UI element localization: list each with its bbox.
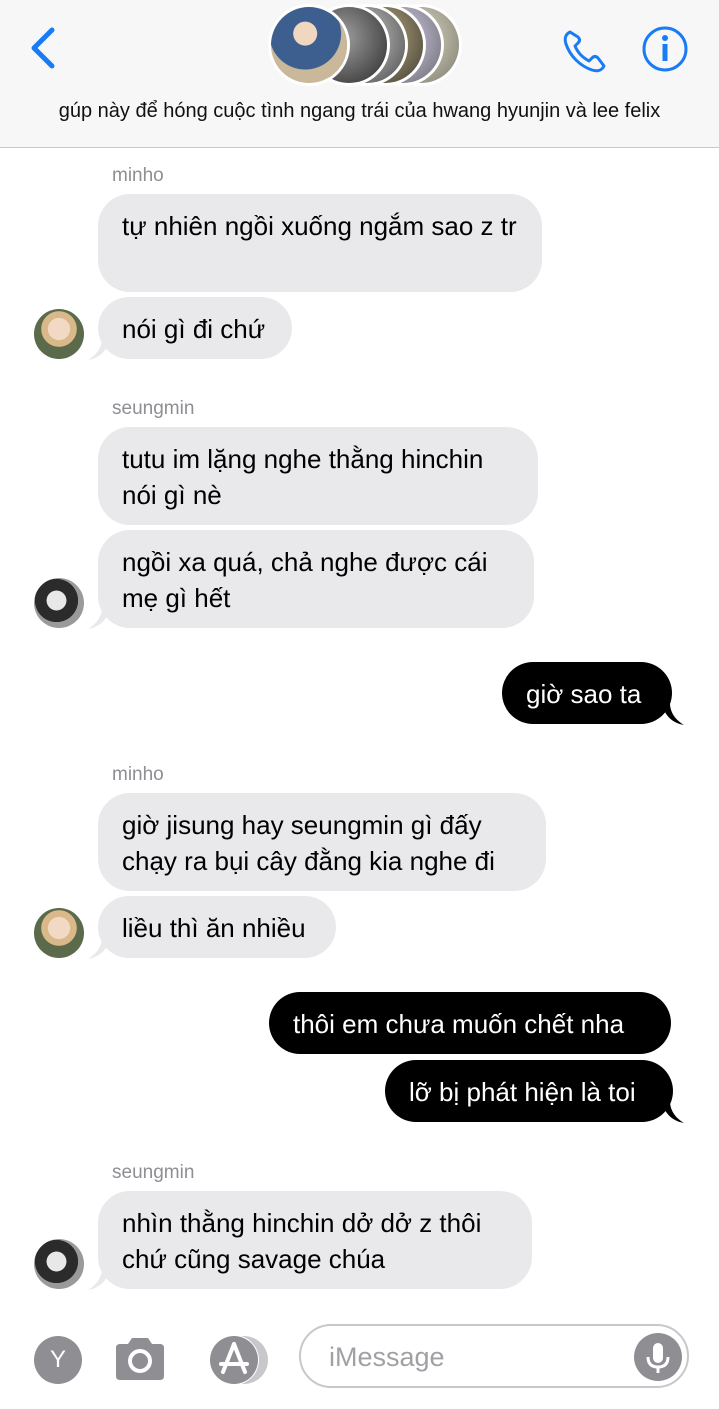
bubble-tail [88,1268,110,1290]
message-bubble-incoming[interactable]: nhìn thằng hinchin dở dở z thôi chứ cũng… [98,1191,532,1289]
call-button[interactable] [560,26,612,76]
camera-icon [116,1338,164,1380]
avatar[interactable] [34,578,84,628]
message-text: lỡ bị phát hiện là toi [409,1077,636,1107]
message-text: thôi em chưa muốn chết nha [293,1009,625,1039]
message-bubble-incoming[interactable]: giờ jisung hay seungmin gì đấy chạy ra b… [98,793,546,891]
message-bubble-incoming[interactable]: tutu im lặng nghe thằng hinchin nói gì n… [98,427,538,525]
message-text: giờ jisung hay seungmin gì đấy chạy ra b… [122,810,495,876]
message-text: giờ sao ta [526,679,642,709]
app-store-button[interactable] [204,1334,274,1386]
info-icon [642,26,688,72]
avatar[interactable] [34,309,84,359]
message-text: nhìn thằng hinchin dở dở z thôi chứ cũng… [122,1208,482,1274]
message-bubble-incoming[interactable]: ngồi xa quá, chả nghe được cái mẹ gì hết [98,530,534,628]
message-bubble-outgoing[interactable]: thôi em chưa muốn chết nha [269,992,671,1054]
message-text: tự nhiên ngồi xuống ngắm sao z tr [122,211,517,241]
microphone-button[interactable] [634,1333,682,1381]
conversation-header: gúp này để hóng cuộc tình ngang trái của… [0,0,719,148]
sender-name: minho [112,165,164,186]
group-name[interactable]: gúp này để hóng cuộc tình ngang trái của… [0,100,719,123]
sender-name: minho [112,764,164,785]
sender-name: seungmin [112,1162,195,1183]
group-member-avatar [268,4,350,86]
message-text: ngồi xa quá, chả nghe được cái mẹ gì hết [122,547,488,613]
message-bubble-incoming[interactable]: nói gì đi chứ [98,297,292,359]
message-text: nói gì đi chứ [122,314,266,344]
info-button[interactable] [640,24,690,74]
app-store-icon [209,1335,268,1385]
message-bubble-incoming[interactable]: tự nhiên ngồi xuống ngắm sao z tr [98,194,542,292]
group-avatar-stack[interactable] [268,4,462,86]
avatar[interactable] [34,908,84,958]
bubble-tail [662,1101,684,1123]
app-button[interactable]: Y [34,1336,82,1384]
bubble-tail [88,338,110,360]
message-input[interactable] [329,1338,619,1376]
message-input-wrapper [299,1324,689,1388]
bubble-tail [88,607,110,629]
bubble-tail [88,937,110,959]
microphone-icon [646,1343,670,1373]
composer-bar: Y [0,1312,719,1409]
message-bubble-incoming[interactable]: liều thì ăn nhiều [98,896,336,958]
message-bubble-outgoing[interactable]: lỡ bị phát hiện là toi [385,1060,673,1122]
message-bubble-outgoing[interactable]: giờ sao ta [502,662,672,724]
bubble-tail [662,703,684,725]
back-button[interactable] [22,24,66,72]
avatar[interactable] [34,1239,84,1289]
message-text: liều thì ăn nhiều [122,913,306,943]
chevron-left-icon [31,27,55,69]
phone-icon [563,30,606,73]
sender-name: seungmin [112,398,195,419]
camera-button[interactable] [112,1334,168,1384]
message-text: tutu im lặng nghe thằng hinchin nói gì n… [122,444,484,510]
